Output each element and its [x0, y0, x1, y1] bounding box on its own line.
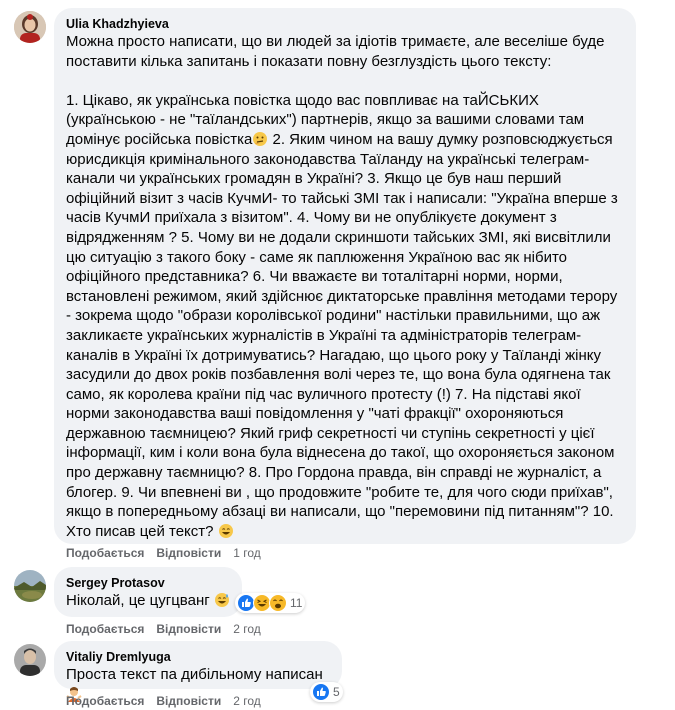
comment-text: Ніколай, це цугцванг — [66, 591, 230, 611]
like-reaction-icon — [312, 683, 330, 701]
comment-text: Можна просто написати, що ви людей за ід… — [66, 33, 622, 540]
comment-author[interactable]: Ulia Khadzhyieva — [66, 16, 624, 32]
like-link[interactable]: Подобається — [66, 546, 144, 560]
avatar[interactable] — [14, 11, 46, 43]
grinning-emoji-icon — [218, 523, 234, 539]
comment-actions: Подобається Відповісти 1 год — [66, 546, 273, 560]
avatar[interactable] — [14, 570, 46, 602]
landscape-photo-icon — [14, 570, 46, 602]
timestamp[interactable]: 2 год — [233, 622, 261, 636]
reply-link[interactable]: Відповісти — [156, 546, 221, 560]
reaction-summary[interactable]: 5 — [310, 682, 343, 702]
reaction-summary[interactable]: 11 — [235, 593, 306, 613]
thinking-emoji-icon — [252, 131, 268, 147]
like-link[interactable]: Подобається — [66, 622, 144, 636]
user-photo-icon — [14, 644, 46, 676]
user-photo-icon — [14, 11, 46, 43]
timestamp[interactable]: 2 год — [233, 694, 261, 708]
comment-bubble: Vitaliy Dremlyuga Проста текст па дибіль… — [54, 641, 342, 702]
comment-actions: Подобається Відповісти 2 год — [66, 622, 273, 636]
reply-link[interactable]: Відповісти — [156, 622, 221, 636]
laughing-reaction-icon — [269, 594, 287, 612]
comment-author[interactable]: Sergey Protasov — [66, 575, 230, 591]
grinning-sweat-emoji-icon — [214, 592, 230, 608]
like-link[interactable]: Подобається — [66, 694, 144, 708]
reaction-count: 11 — [290, 596, 303, 610]
comment-bubble: Sergey Protasov Ніколай, це цугцванг — [54, 567, 242, 617]
avatar[interactable] — [14, 644, 46, 676]
comment-bubble: Ulia Khadzhyieva Можна просто написати, … — [54, 8, 636, 544]
reaction-count: 5 — [333, 685, 340, 699]
timestamp[interactable]: 1 год — [233, 546, 261, 560]
comment-actions: Подобається Відповісти 2 год — [66, 694, 273, 708]
reply-link[interactable]: Відповісти — [156, 694, 221, 708]
comment-author[interactable]: Vitaliy Dremlyuga — [66, 649, 330, 665]
